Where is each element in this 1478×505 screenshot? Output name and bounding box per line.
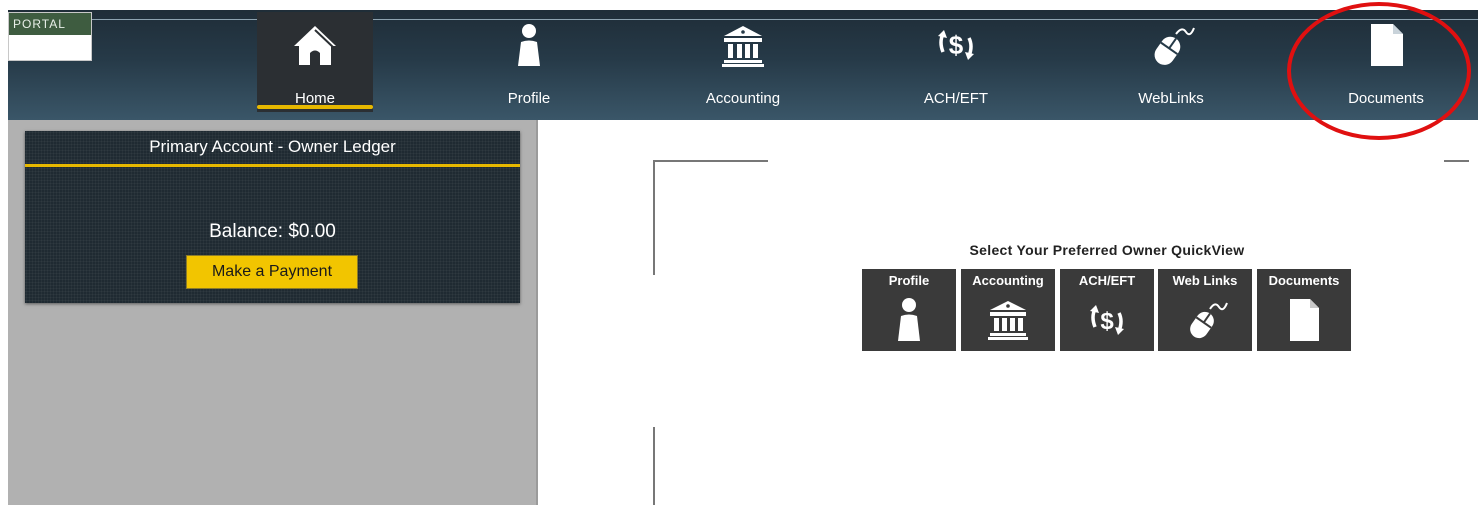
make-payment-button[interactable]: Make a Payment (186, 255, 358, 289)
quickview-tile-label: Accounting (972, 273, 1044, 288)
frame-line-top (653, 160, 768, 162)
nav-label: Profile (507, 90, 551, 107)
quickview-tile-profile[interactable]: Profile (862, 269, 956, 351)
nav-profile[interactable]: Profile (471, 12, 587, 112)
account-title: Primary Account - Owner Ledger (25, 131, 520, 167)
mouse-icon (1154, 27, 1195, 65)
home-icon (294, 26, 336, 65)
portal-logo-text: PORTAL (9, 13, 91, 35)
quickview-tile-label: Profile (888, 273, 930, 288)
dollar-exchange-icon: $ (1090, 305, 1124, 335)
nav-label: WebLinks (1138, 90, 1204, 107)
account-balance: Balance: $0.00 (209, 221, 336, 242)
frame-line-top-right (1444, 160, 1469, 162)
person-icon (898, 298, 920, 341)
quickview-tile-label: Web Links (1172, 273, 1238, 288)
quickview-tile-documents[interactable]: Documents (1257, 269, 1351, 351)
svg-text:$: $ (1100, 308, 1114, 335)
annotation-red-circle (1287, 2, 1471, 140)
quickview-tile-ach-eft[interactable]: ACH/EFT $ (1060, 269, 1154, 351)
quickview-tile-label: Documents (1268, 273, 1340, 288)
nav-home[interactable]: Home (257, 12, 373, 112)
nav-ach-eft[interactable]: $ ACH/EFT (898, 12, 1014, 112)
account-ledger-card: Primary Account - Owner Ledger Balance: … (25, 131, 520, 303)
frame-line-left (653, 160, 655, 275)
dollar-exchange-icon: $ (938, 30, 974, 60)
bank-icon (722, 26, 764, 67)
portal-logo[interactable]: PORTAL (8, 12, 92, 61)
active-underline (257, 105, 373, 109)
mouse-icon (1190, 302, 1228, 339)
nav-label: Accounting (705, 90, 781, 107)
svg-text:$: $ (949, 30, 964, 60)
person-icon (518, 24, 540, 66)
nav-label: ACH/EFT (923, 90, 989, 107)
bank-icon (988, 301, 1028, 340)
quickview-title: Select Your Preferred Owner QuickView (969, 242, 1245, 258)
document-icon (1290, 299, 1319, 341)
quickview-tile-web-links[interactable]: Web Links (1158, 269, 1252, 351)
quickview-tile-accounting[interactable]: Accounting (961, 269, 1055, 351)
nav-accounting[interactable]: Accounting (685, 12, 801, 112)
nav-weblinks[interactable]: WebLinks (1113, 12, 1229, 112)
frame-line-left-lower (653, 427, 655, 505)
quickview-tile-label: ACH/EFT (1078, 273, 1136, 288)
panel-divider (536, 120, 538, 505)
